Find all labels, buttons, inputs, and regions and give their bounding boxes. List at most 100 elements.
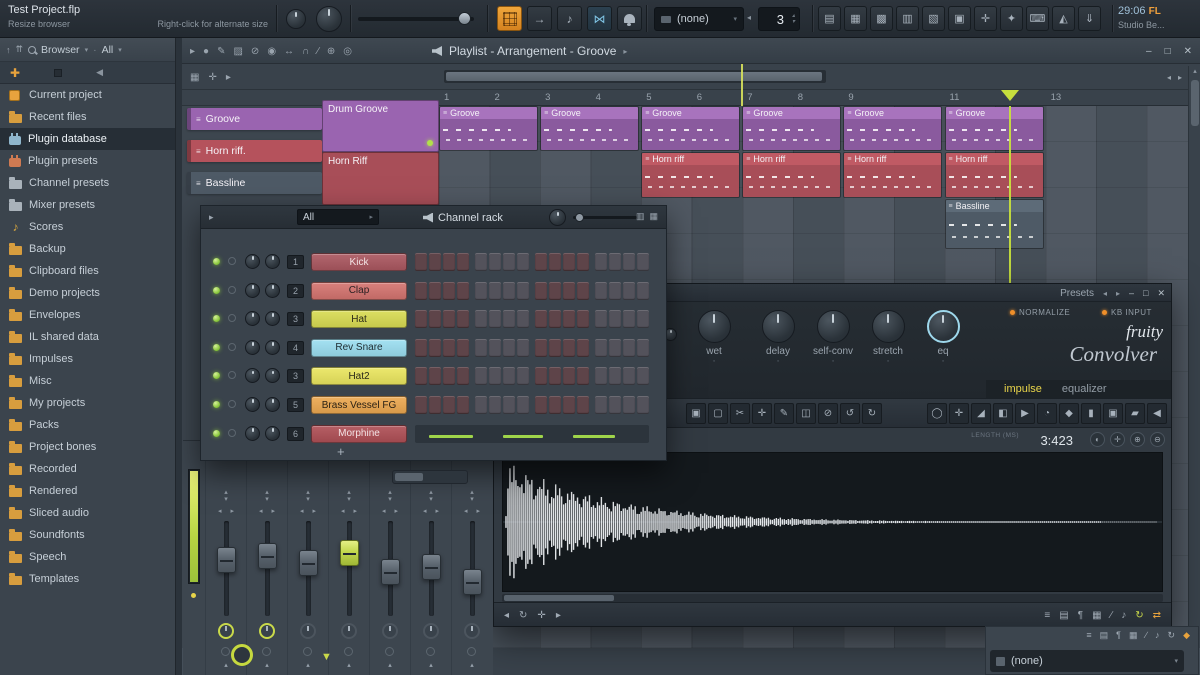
undo-icon[interactable]: ↺ [840, 403, 860, 424]
step-cell[interactable] [429, 282, 441, 300]
playlist-clip-horn-riff[interactable]: ≡Horn riff [843, 152, 942, 198]
grid-icon[interactable]: ▦ [1092, 610, 1101, 621]
metronome-button[interactable]: ◭ [1052, 6, 1075, 31]
browser-toggle-button[interactable]: ▧ [922, 6, 945, 31]
pan-left-icon[interactable]: ◂ [423, 507, 427, 515]
channel-volume-knob[interactable] [265, 311, 280, 326]
step-cell[interactable] [637, 253, 649, 271]
pan-left-icon[interactable]: ◂ [464, 507, 468, 515]
step-cell[interactable] [535, 367, 547, 385]
pan-left-icon[interactable]: ◂ [300, 507, 304, 515]
pilcrow-icon[interactable]: ¶ [1078, 610, 1083, 621]
playhead-marker[interactable] [1001, 90, 1019, 101]
master-volume-slider[interactable] [358, 17, 474, 21]
step-cell[interactable] [563, 310, 575, 328]
channel-volume-knob[interactable] [265, 340, 280, 355]
strip-arrow-icon[interactable]: ▴ [329, 661, 369, 669]
channel-led[interactable] [213, 401, 220, 408]
nudge-up-icon[interactable]: ▴ [388, 489, 392, 496]
strip-arrow-icon[interactable]: ▴ [452, 661, 492, 669]
speaker-icon[interactable]: ◀ [1147, 403, 1167, 424]
strip-ring[interactable] [344, 647, 353, 656]
step-cell[interactable] [415, 282, 427, 300]
browser-filter[interactable]: All [102, 44, 114, 56]
pan-left-icon[interactable]: ◂ [382, 507, 386, 515]
step-cell[interactable] [489, 367, 501, 385]
pattern-selector[interactable]: (none) ▾ [654, 7, 744, 31]
step-cell[interactable] [415, 396, 427, 414]
stepper-arrows[interactable]: ▴▾ [788, 13, 799, 25]
link-button[interactable]: ⋈ [587, 6, 612, 31]
step-cell[interactable] [637, 396, 649, 414]
curve-icon[interactable]: ◢ [971, 403, 991, 424]
drop-icon[interactable]: ◆ [1059, 403, 1079, 424]
channel-mute[interactable] [228, 371, 236, 379]
knob-stretch[interactable] [872, 310, 905, 343]
maximize-button[interactable]: □ [1143, 288, 1148, 298]
step-cell[interactable] [549, 282, 561, 300]
close-button[interactable]: ✕ [1157, 288, 1165, 299]
nudge-down-icon[interactable]: ▾ [224, 496, 228, 503]
step-cell[interactable] [637, 339, 649, 357]
zoom-out-button[interactable]: ⊖ [1150, 432, 1165, 447]
browser-item-scores[interactable]: ♪Scores [0, 216, 175, 238]
menu-icon[interactable]: ≡ [1086, 630, 1091, 641]
channel-rack-h-scrollbar[interactable] [392, 470, 468, 484]
step-cell[interactable] [623, 396, 635, 414]
step-cell[interactable] [489, 396, 501, 414]
bank-icon[interactable]: ▰ [1125, 403, 1145, 424]
fader-handle[interactable] [422, 554, 441, 580]
step-cell[interactable] [517, 396, 529, 414]
strip-knob[interactable] [341, 623, 357, 639]
browser-item-recent-files[interactable]: Recent files [0, 106, 175, 128]
browser-item-demo-projects[interactable]: Demo projects [0, 282, 175, 304]
save-icon[interactable]: ▣ [686, 403, 706, 424]
browser-item-impulses[interactable]: Impulses [0, 348, 175, 370]
scroll-up-icon[interactable]: ▴ [1189, 67, 1200, 75]
nudge-up-icon[interactable]: ▴ [224, 489, 228, 496]
step-cell[interactable] [503, 396, 515, 414]
disk-icon[interactable]: ▣ [1103, 403, 1123, 424]
nudge-down-icon[interactable]: ▾ [347, 496, 351, 503]
master-pitch-knob[interactable] [316, 6, 342, 32]
browser-item-soundfonts[interactable]: Soundfonts [0, 524, 175, 546]
channel-volume-knob[interactable] [265, 283, 280, 298]
list-icon[interactable]: ▤ [1100, 630, 1109, 641]
menu-icon[interactable]: ≡ [1044, 610, 1050, 621]
step-cell[interactable] [429, 339, 441, 357]
playlist-clip-bassline[interactable]: ≡Bassline [945, 199, 1044, 249]
pan-view-button[interactable]: ✛ [1110, 432, 1125, 447]
mute-icon[interactable]: ⊘ [818, 403, 838, 424]
nudge-up-icon[interactable]: ▴ [347, 489, 351, 496]
piano-roll-button[interactable]: ▦ [844, 6, 867, 31]
strip-arrow-icon[interactable]: ▴ [247, 661, 287, 669]
collapse-all-icon[interactable]: ⇈ [16, 44, 24, 55]
step-cell[interactable] [549, 253, 561, 271]
channel-led[interactable] [213, 287, 220, 294]
loop-icon[interactable]: ↻ [1168, 630, 1176, 641]
step-cell[interactable] [577, 367, 589, 385]
graph-icon[interactable]: ▥ [636, 211, 645, 222]
step-cell[interactable] [535, 310, 547, 328]
pan-right-icon[interactable]: ▸ [477, 507, 481, 515]
detach-button[interactable]: – [1129, 288, 1134, 298]
step-cell[interactable] [595, 367, 607, 385]
step-cell[interactable] [577, 396, 589, 414]
channel-preview[interactable] [415, 425, 649, 443]
strip-ring[interactable] [262, 647, 271, 656]
strip-knob[interactable] [300, 623, 316, 639]
step-cell[interactable] [549, 396, 561, 414]
step-cell[interactable] [637, 282, 649, 300]
step-cell[interactable] [609, 282, 621, 300]
plugin-picker-button[interactable]: ✛ [974, 6, 997, 31]
channel-volume-knob[interactable] [265, 397, 280, 412]
step-cell[interactable] [549, 310, 561, 328]
fader-handle[interactable] [299, 550, 318, 576]
step-sequencer-button[interactable]: ▩ [870, 6, 893, 31]
step-cell[interactable] [563, 253, 575, 271]
step-cell[interactable] [595, 339, 607, 357]
browser-item-misc[interactable]: Misc [0, 370, 175, 392]
channel-button-hat2[interactable]: Hat2 [311, 367, 407, 385]
step-cell[interactable] [637, 367, 649, 385]
step-cell[interactable] [623, 253, 635, 271]
